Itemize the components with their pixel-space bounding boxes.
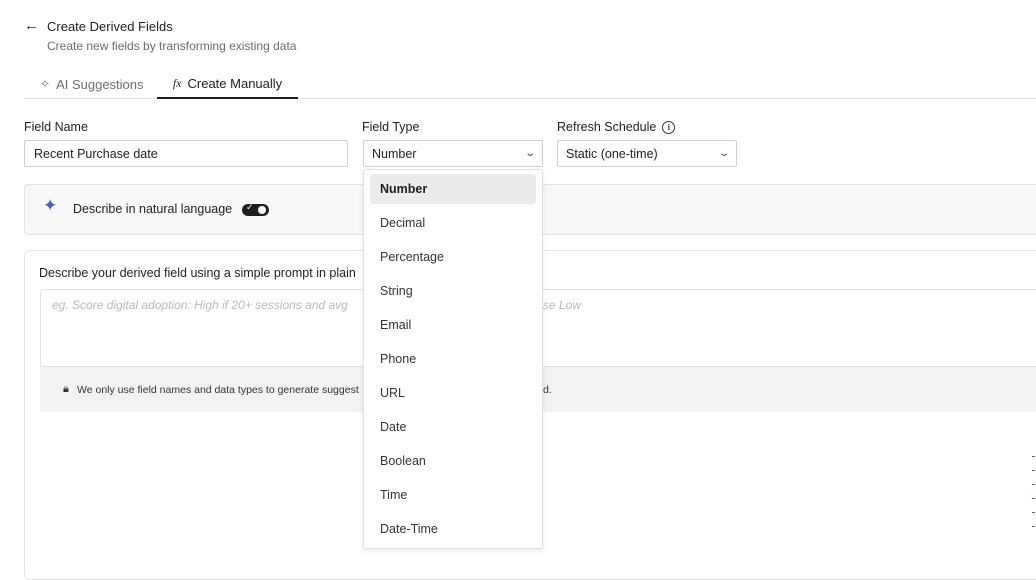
tab-label: Create Manually — [187, 76, 283, 91]
field-name-input[interactable]: Recent Purchase date — [24, 140, 348, 167]
sparkle-icon: ✦ — [43, 196, 58, 215]
function-icon: fx — [172, 76, 182, 90]
natural-language-toggle[interactable]: ✓ — [242, 202, 269, 216]
privacy-text-tail: d. — [543, 384, 552, 396]
arrow-left-icon[interactable]: ← — [24, 18, 39, 34]
field-type-select[interactable]: Number ⌄ — [363, 140, 543, 167]
dropdown-option-email[interactable]: Email — [370, 310, 536, 340]
sparkle-icon: ✧ — [40, 77, 51, 91]
tab-ai-suggestions[interactable]: ✧ AI Suggestions — [40, 70, 144, 98]
refresh-schedule-label: Refresh Schedule i — [557, 120, 676, 134]
toggle-knob — [258, 206, 266, 214]
right-edge-content — [1032, 456, 1036, 556]
dropdown-option-number[interactable]: Number — [370, 174, 536, 204]
field-type-label: Field Type — [362, 120, 420, 134]
field-type-dropdown: Number Decimal Percentage String Email P… — [363, 169, 543, 549]
dropdown-option-url[interactable]: URL — [370, 378, 536, 408]
dropdown-option-decimal[interactable]: Decimal — [370, 208, 536, 238]
check-icon: ✓ — [246, 202, 254, 212]
page-title: Create Derived Fields — [47, 19, 173, 34]
chevron-down-icon: ⌄ — [523, 148, 536, 159]
dropdown-option-string[interactable]: String — [370, 276, 536, 306]
prompt-heading: Describe your derived field using a simp… — [39, 266, 356, 280]
field-name-label: Field Name — [24, 120, 88, 134]
prompt-placeholder-tail: se Low — [543, 298, 582, 312]
info-icon[interactable]: i — [662, 120, 676, 134]
prompt-placeholder: eg. Score digital adoption: High if 20+ … — [52, 298, 348, 312]
field-type-value: Number — [372, 146, 417, 161]
chevron-down-icon: ⌄ — [717, 148, 730, 159]
tab-create-manually[interactable]: fx Create Manually — [157, 70, 298, 99]
tab-label: AI Suggestions — [56, 76, 144, 92]
dropdown-option-date[interactable]: Date — [370, 412, 536, 442]
dropdown-option-time[interactable]: Time — [370, 480, 536, 510]
refresh-schedule-select[interactable]: Static (one-time) ⌄ — [557, 140, 737, 167]
privacy-text: We only use field names and data types t… — [77, 384, 359, 396]
page-subtitle: Create new fields by transforming existi… — [47, 39, 297, 53]
dropdown-option-boolean[interactable]: Boolean — [370, 446, 536, 476]
tab-bar: ✧ AI Suggestions fx Create Manually — [24, 70, 1036, 99]
lock-icon: 🔒︎ — [63, 383, 69, 395]
refresh-schedule-text: Refresh Schedule — [557, 120, 657, 134]
dropdown-option-percentage[interactable]: Percentage — [370, 242, 536, 272]
dropdown-option-date-time[interactable]: Date-Time — [370, 514, 536, 544]
dropdown-option-phone[interactable]: Phone — [370, 344, 536, 374]
natural-language-label: Describe in natural language — [73, 202, 233, 216]
refresh-schedule-value: Static (one-time) — [566, 146, 658, 161]
